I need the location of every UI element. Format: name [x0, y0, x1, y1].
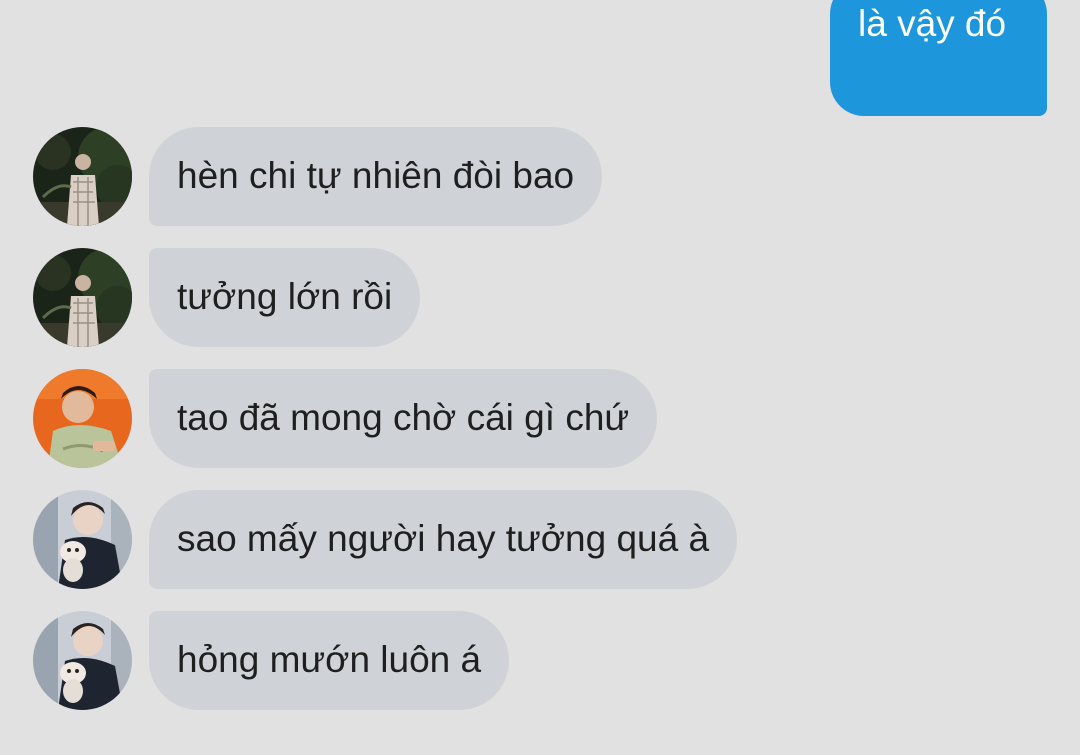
incoming-message-bubble[interactable]: hỏng mướn luôn á	[149, 611, 510, 710]
incoming-message-bubble[interactable]: sao mấy người hay tưởng quá à	[149, 490, 738, 589]
message-text: hỏng mướn luôn á	[177, 639, 482, 681]
avatar-night-photo[interactable]	[33, 127, 132, 226]
message-text: tưởng lớn rồi	[177, 276, 393, 318]
chat-thread: là vậy đó hèn chi tự nhiên đòi bao tưởng…	[0, 0, 1080, 755]
message-text: sao mấy người hay tưởng quá à	[177, 518, 710, 560]
avatar-boy-with-dog[interactable]	[33, 611, 132, 710]
message-row: tao đã mong chờ cái gì chứ	[0, 369, 1080, 469]
message-text: là vậy đó	[858, 3, 1007, 44]
message-text: tao đã mong chờ cái gì chứ	[177, 397, 630, 439]
avatar-orange-couch[interactable]	[33, 369, 132, 468]
avatar-boy-with-dog[interactable]	[33, 490, 132, 589]
incoming-message-bubble[interactable]: hèn chi tự nhiên đòi bao	[149, 127, 603, 226]
avatar-night-photo[interactable]	[33, 248, 132, 347]
message-row: tưởng lớn rồi	[0, 248, 1080, 348]
message-row: hèn chi tự nhiên đòi bao	[0, 127, 1080, 227]
message-text: hèn chi tự nhiên đòi bao	[177, 155, 575, 197]
incoming-message-bubble[interactable]: tưởng lớn rồi	[149, 248, 421, 347]
incoming-message-bubble[interactable]: tao đã mong chờ cái gì chứ	[149, 369, 658, 468]
outgoing-message-bubble[interactable]: là vậy đó	[830, 0, 1047, 116]
message-row: sao mấy người hay tưởng quá à	[0, 490, 1080, 590]
message-row: hỏng mướn luôn á	[0, 611, 1080, 711]
